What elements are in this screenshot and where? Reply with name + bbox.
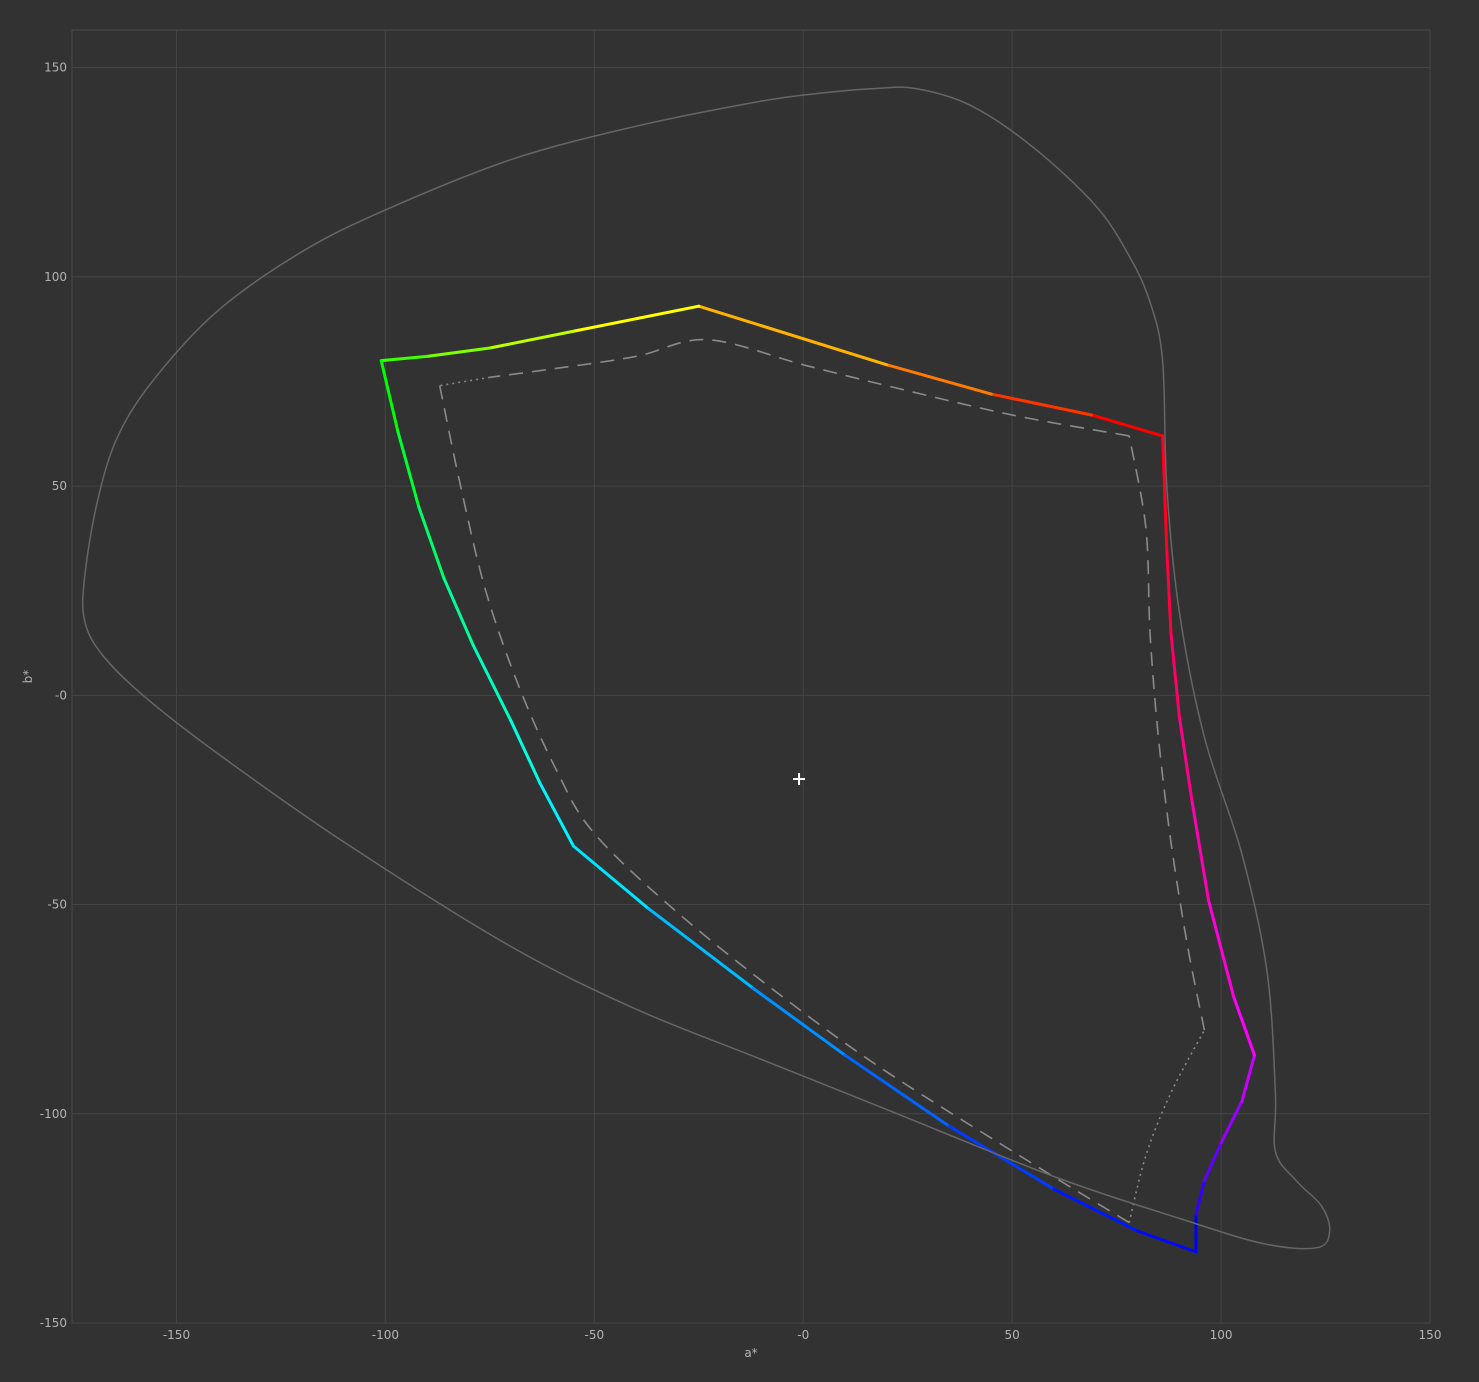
x-axis-title: a* — [744, 1346, 757, 1360]
x-tick-label: -0 — [797, 1328, 809, 1342]
gamut-chart: -150 -100 -50 -0 50 100 150 -150 -100 -50 -0 50 100 1… — [0, 0, 1479, 1382]
y-tick-label: 150 — [44, 61, 67, 75]
x-tick-label: 50 — [1005, 1328, 1020, 1342]
y-tick-label: -150 — [40, 1316, 67, 1330]
x-tick-label: 100 — [1210, 1328, 1233, 1342]
y-tick-label: -0 — [55, 688, 67, 702]
x-tick-label: 150 — [1419, 1328, 1442, 1342]
y-axis-title: b* — [21, 670, 35, 684]
y-tick-label: -100 — [40, 1107, 67, 1121]
y-tick-label: -50 — [47, 898, 67, 912]
x-tick-label: -150 — [163, 1328, 190, 1342]
chart-background — [0, 0, 1479, 1382]
y-tick-label: 100 — [44, 270, 67, 284]
x-tick-label: -50 — [585, 1328, 605, 1342]
y-tick-label: 50 — [52, 479, 67, 493]
x-tick-label: -100 — [372, 1328, 399, 1342]
